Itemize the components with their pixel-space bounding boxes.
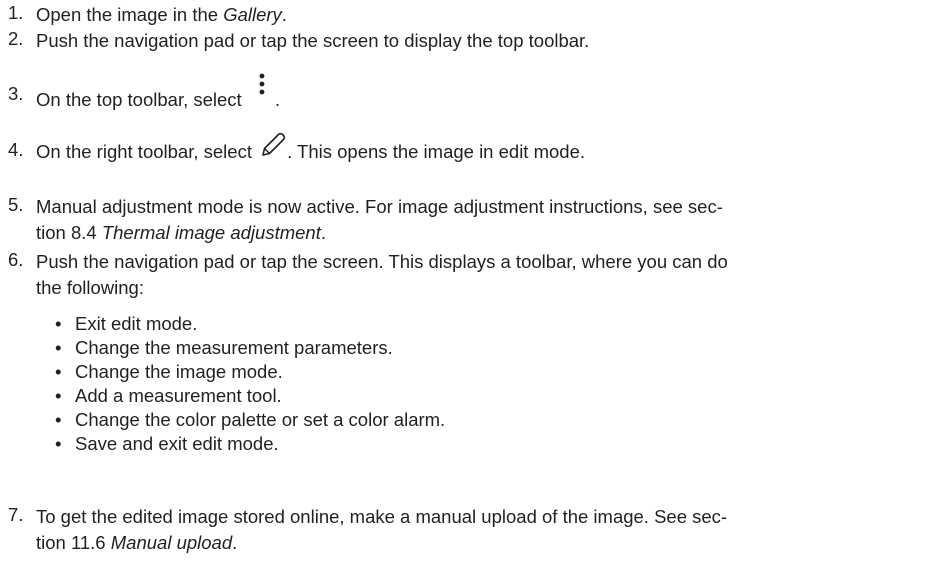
list-item-text: Exit edit mode. <box>75 313 198 334</box>
list-item-text: Change the image mode. <box>75 361 283 382</box>
bullet-marker: • <box>55 361 62 382</box>
step-number: 4. <box>8 139 24 160</box>
step-text: To get the edited image stored online, m… <box>36 504 938 556</box>
bullet-marker: • <box>55 313 62 334</box>
list-item: • Change the image mode. <box>0 361 944 385</box>
list-item-text: Change the measurement parameters. <box>75 337 393 358</box>
list-item-text: Add a measurement tool. <box>75 385 282 406</box>
step-number: 3. <box>8 83 24 104</box>
step-text-line: Manual adjustment mode is now active. Fo… <box>36 196 723 217</box>
bullet-marker: • <box>55 385 62 406</box>
step-text: Open the image in the Gallery. <box>36 2 938 28</box>
pencil-edit-icon <box>259 132 287 165</box>
step-text-part: . <box>281 4 287 25</box>
step-text-part: . This opens the image in edit mode. <box>287 141 585 162</box>
step-number: 7. <box>8 504 24 525</box>
step-text-line: To get the edited image stored online, m… <box>36 506 728 527</box>
bullet-marker: • <box>55 433 62 454</box>
step-text: Push the navigation pad or tap the scree… <box>36 30 590 51</box>
more-vertical-icon <box>251 73 273 113</box>
step-text-line: Push the navigation pad or tap the scree… <box>36 251 728 272</box>
list-item: • Add a measurement tool. <box>0 385 944 409</box>
step-text-part: . <box>320 222 326 243</box>
step-text-part: tion 11.6 <box>36 532 111 553</box>
list-item-text: Change the color palette or set a color … <box>75 409 446 430</box>
list-item: • Change the color palette or set a colo… <box>0 409 944 433</box>
step-text-emphasis: Gallery <box>223 4 282 25</box>
step-text: On the right toolbar, select . This open… <box>36 132 938 165</box>
step-number: 1. <box>8 2 24 23</box>
step-text-line: tion 8.4 Thermal image adjustment. <box>36 220 938 246</box>
bullet-marker: • <box>55 409 62 430</box>
step-text-part: Open the image in the <box>36 4 224 25</box>
step-number: 2. <box>8 28 24 49</box>
list-item: • Change the measurement parameters. <box>0 337 944 361</box>
step-text: Manual adjustment mode is now active. Fo… <box>36 194 938 246</box>
step-text: On the top toolbar, select . <box>36 73 938 113</box>
list-item-text: Save and exit edit mode. <box>75 433 279 454</box>
step-text-line: tion 11.6 Manual upload. <box>36 530 938 556</box>
step-number: 5. <box>8 194 24 215</box>
list-item: • Save and exit edit mode. <box>0 433 944 457</box>
step-text-part: On the top toolbar, select <box>36 89 247 110</box>
bullet-marker: • <box>55 337 62 358</box>
step-text-part: . <box>232 532 238 553</box>
step-text-part: On the right toolbar, select <box>36 141 258 162</box>
step-text-part: . <box>274 89 280 110</box>
section-reference: Manual upload <box>110 532 233 553</box>
step-text-line: the following: <box>36 277 144 298</box>
step-text-part: tion 8.4 <box>36 222 102 243</box>
step-text: Push the navigation pad or tap the scree… <box>36 249 938 301</box>
list-item: • Exit edit mode. <box>0 313 944 337</box>
step-number: 6. <box>8 249 24 270</box>
section-reference: Thermal image adjustment <box>101 222 321 243</box>
